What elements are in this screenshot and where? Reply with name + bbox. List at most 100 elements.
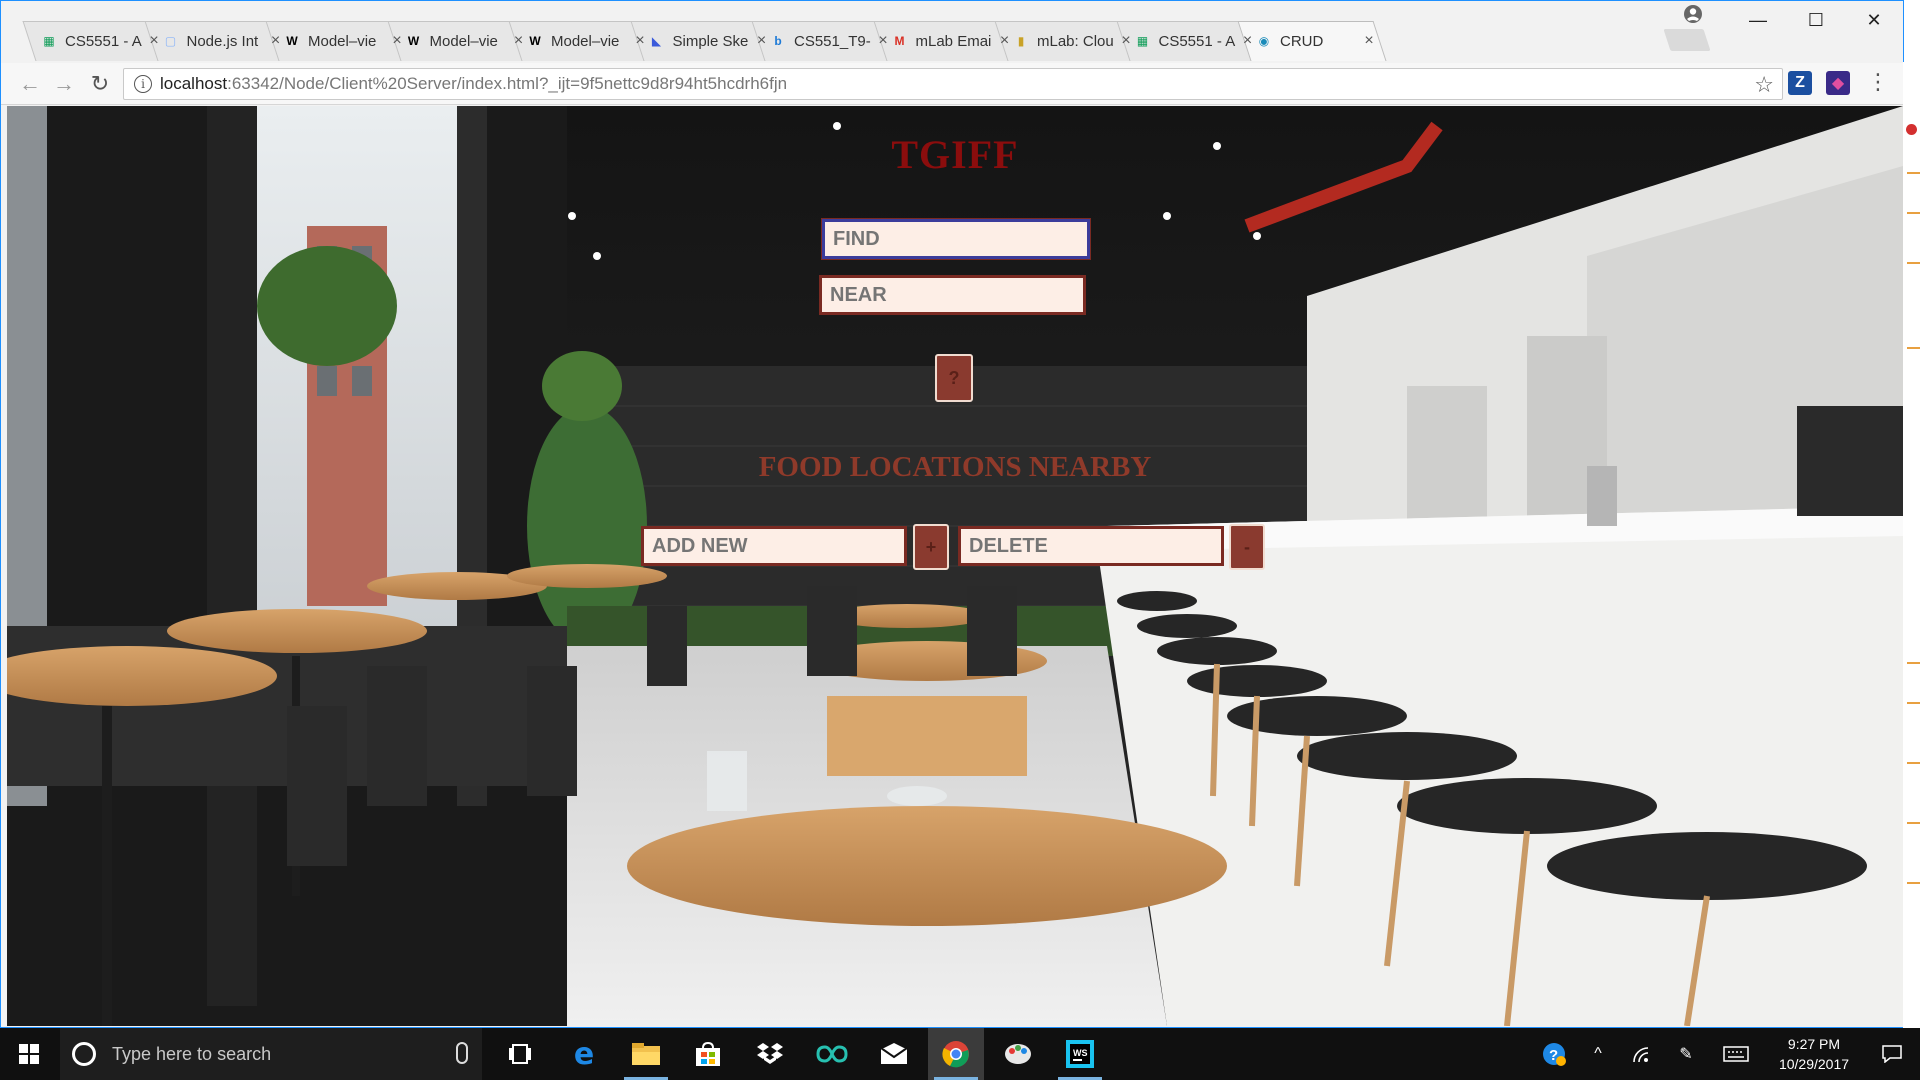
wifi-icon[interactable] bbox=[1620, 1028, 1664, 1080]
tab-close-icon[interactable]: × bbox=[1362, 32, 1376, 50]
reload-button[interactable]: ↻ bbox=[85, 69, 115, 99]
tab-close-icon[interactable]: × bbox=[876, 32, 890, 50]
tab-title: Model–vie bbox=[308, 32, 377, 50]
gutter-mark bbox=[1907, 172, 1920, 174]
gutter-mark bbox=[1907, 262, 1920, 264]
mail-icon[interactable] bbox=[866, 1028, 922, 1080]
bookmark-star-icon[interactable]: ☆ bbox=[1754, 72, 1774, 98]
svg-text:WS: WS bbox=[1073, 1048, 1088, 1058]
tab-title: Node.js Int bbox=[186, 32, 259, 50]
microphone-icon[interactable] bbox=[456, 1042, 468, 1064]
mlab-icon: ▮ bbox=[1017, 34, 1025, 48]
wikipedia-icon: W bbox=[529, 34, 541, 48]
maximize-button[interactable]: ☐ bbox=[1787, 1, 1845, 39]
tab-close-icon[interactable]: × bbox=[1241, 32, 1255, 50]
right-scroll-gutter bbox=[1903, 62, 1920, 1028]
page-title: TGIFF bbox=[891, 132, 1019, 177]
gutter-mark bbox=[1907, 212, 1920, 214]
delete-button[interactable]: - bbox=[1229, 524, 1265, 570]
section-title: FOOD LOCATIONS NEARBY bbox=[758, 451, 1152, 483]
tab-title: Model–vie bbox=[551, 32, 620, 50]
gutter-mark bbox=[1907, 762, 1920, 764]
add-new-input[interactable] bbox=[641, 526, 907, 566]
new-tab-button[interactable] bbox=[1663, 29, 1711, 51]
extension-icon[interactable]: ◆ bbox=[1826, 71, 1850, 95]
tab-title: mLab Emai bbox=[915, 32, 992, 50]
back-button[interactable]: ← bbox=[15, 69, 45, 99]
tab-strip: ▦ CS5551 - A × ▢ Node.js Int × W Model–vie × W Mod… bbox=[1, 1, 1903, 63]
gutter-mark bbox=[1907, 702, 1920, 704]
arduino-icon[interactable] bbox=[804, 1028, 860, 1080]
cortana-icon[interactable] bbox=[72, 1042, 96, 1066]
help-icon[interactable]: ? bbox=[1532, 1028, 1576, 1080]
page-icon: ▢ bbox=[164, 34, 177, 48]
profile-icon[interactable] bbox=[1682, 3, 1704, 25]
chevron-up-icon[interactable]: ^ bbox=[1576, 1028, 1620, 1080]
windows-taskbar: Type here to search e WS ? ^ ✎ 9:27 PM 1… bbox=[0, 1028, 1920, 1080]
pen-icon[interactable]: ✎ bbox=[1664, 1028, 1708, 1080]
clock-time: 9:27 PM bbox=[1787, 1036, 1841, 1052]
tab-close-icon[interactable]: × bbox=[512, 32, 526, 50]
url-path: :63342/Node/Client%20Server/index.html?_… bbox=[227, 74, 788, 93]
tab-close-icon[interactable]: × bbox=[755, 32, 769, 50]
notification-dot-icon bbox=[1906, 124, 1917, 135]
tab-11[interactable]: ◉ CRUD × bbox=[1238, 21, 1386, 61]
wikipedia-icon: W bbox=[407, 34, 420, 48]
store-icon[interactable] bbox=[680, 1028, 736, 1080]
sheets-icon: ▦ bbox=[1136, 34, 1149, 48]
wikipedia-icon: W bbox=[286, 34, 298, 48]
gmail-icon: M bbox=[894, 34, 905, 48]
file-explorer-icon[interactable] bbox=[618, 1028, 674, 1080]
minimize-button[interactable]: — bbox=[1729, 1, 1787, 39]
paint-icon[interactable] bbox=[990, 1028, 1046, 1080]
tab-close-icon[interactable]: × bbox=[390, 32, 404, 50]
close-window-button[interactable]: ✕ bbox=[1845, 1, 1903, 39]
task-view-icon[interactable] bbox=[492, 1028, 548, 1080]
box-icon: b bbox=[774, 34, 782, 48]
chrome-icon[interactable] bbox=[928, 1028, 984, 1080]
page-viewport: TGIFF ? FOOD LOCATIONS NEARBY + - bbox=[7, 106, 1903, 1026]
tab-close-icon[interactable]: × bbox=[998, 32, 1012, 50]
webstorm-icon[interactable]: WS bbox=[1052, 1028, 1108, 1080]
browser-menu-icon[interactable]: ⋮ bbox=[1867, 69, 1889, 95]
tab-close-icon[interactable]: × bbox=[1119, 32, 1133, 50]
gutter-mark bbox=[1907, 347, 1920, 349]
browser-window: ▦ CS5551 - A × ▢ Node.js Int × W Model–vie × W Mod… bbox=[0, 0, 1904, 1028]
edge-icon[interactable]: e bbox=[556, 1028, 612, 1080]
dropbox-icon[interactable] bbox=[742, 1028, 798, 1080]
tab-title: Simple Ske bbox=[672, 32, 749, 50]
tab-title: Model–vie bbox=[429, 32, 498, 50]
action-center-icon[interactable] bbox=[1864, 1028, 1920, 1080]
start-button[interactable] bbox=[0, 1028, 58, 1080]
search-button[interactable]: ? bbox=[935, 354, 973, 402]
chart-icon: ◣ bbox=[651, 34, 662, 48]
tab-title: CS5551 - A bbox=[65, 32, 142, 50]
browser-toolbar: ← → ↻ i localhost:63342/Node/Client%20Se… bbox=[1, 63, 1903, 105]
crud-icon: ◉ bbox=[1258, 34, 1270, 48]
delete-input[interactable] bbox=[958, 526, 1224, 566]
tab-close-icon[interactable]: × bbox=[147, 32, 161, 50]
taskbar-search-placeholder: Type here to search bbox=[112, 1043, 272, 1064]
gutter-mark bbox=[1907, 662, 1920, 664]
gutter-mark bbox=[1907, 882, 1920, 884]
gutter-mark bbox=[1907, 822, 1920, 824]
keyboard-icon[interactable] bbox=[1708, 1028, 1764, 1080]
tab-close-icon[interactable]: × bbox=[269, 32, 283, 50]
url-host: localhost bbox=[160, 74, 228, 93]
tab-title: CS551_T9- bbox=[794, 32, 871, 50]
zotero-icon[interactable]: Z bbox=[1788, 71, 1812, 95]
address-bar[interactable]: i localhost:63342/Node/Client%20Server/i… bbox=[123, 68, 1783, 100]
clock[interactable]: 9:27 PM 10/29/2017 bbox=[1764, 1028, 1864, 1080]
taskbar-search-box[interactable]: Type here to search bbox=[60, 1028, 482, 1080]
clock-date: 10/29/2017 bbox=[1778, 1056, 1850, 1072]
system-tray: ? ^ ✎ 9:27 PM 10/29/2017 bbox=[1532, 1028, 1920, 1080]
add-button[interactable]: + bbox=[913, 524, 949, 570]
find-input[interactable] bbox=[822, 219, 1090, 259]
tab-title: CS5551 - A bbox=[1158, 32, 1236, 50]
sheets-icon: ▦ bbox=[43, 34, 55, 48]
info-icon[interactable]: i bbox=[134, 75, 152, 93]
tab-close-icon[interactable]: × bbox=[633, 32, 647, 50]
tab-title: CRUD bbox=[1280, 32, 1324, 50]
forward-button[interactable]: → bbox=[49, 69, 79, 99]
near-input[interactable] bbox=[819, 275, 1086, 315]
